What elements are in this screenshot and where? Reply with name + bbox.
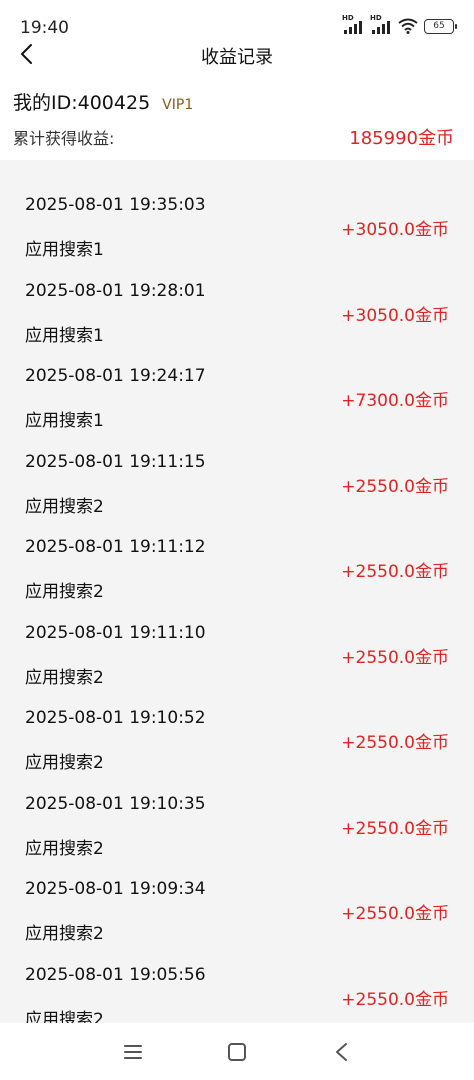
earnings-summary: 我的ID:400425 VIP1 累计获得收益: 185990金币 bbox=[0, 80, 474, 160]
list-item: 2025-08-01 19:35:03 应用搜索1 +3050.0金币 bbox=[0, 177, 474, 263]
list-item: 2025-08-01 19:28:01 应用搜索1 +3050.0金币 bbox=[0, 263, 474, 349]
earnings-record-list[interactable]: 2025-08-01 19:35:03 应用搜索1 +3050.0金币 2025… bbox=[0, 160, 474, 1023]
record-time: 2025-08-01 19:05:56 bbox=[25, 964, 206, 985]
list-item: 2025-08-01 19:24:17 应用搜索1 +7300.0金币 bbox=[0, 348, 474, 434]
vip-badge: VIP1 bbox=[162, 97, 194, 113]
record-source: 应用搜索2 bbox=[25, 496, 104, 517]
record-amount: +7300.0金币 bbox=[341, 391, 449, 411]
record-time: 2025-08-01 19:11:10 bbox=[25, 622, 206, 643]
record-amount: +2550.0金币 bbox=[341, 733, 449, 753]
record-time: 2025-08-01 19:11:15 bbox=[25, 451, 206, 472]
wifi-icon bbox=[398, 18, 418, 34]
triangle-back-icon[interactable] bbox=[330, 1041, 354, 1063]
record-source: 应用搜索1 bbox=[25, 325, 104, 346]
battery-icon: 65 bbox=[424, 18, 457, 34]
list-item: 2025-08-01 19:10:52 应用搜索2 +2550.0金币 bbox=[0, 690, 474, 776]
record-source: 应用搜索1 bbox=[25, 411, 104, 431]
record-time: 2025-08-01 19:24:17 bbox=[25, 366, 206, 386]
signal-icon: HD bbox=[342, 14, 364, 34]
signal-icon: HD bbox=[370, 14, 392, 34]
record-time: 2025-08-01 19:10:35 bbox=[25, 793, 206, 814]
record-amount: +2550.0金币 bbox=[341, 562, 449, 582]
record-amount: +3050.0金币 bbox=[341, 220, 449, 240]
total-earnings-label: 累计获得收益: bbox=[13, 129, 115, 148]
record-source: 应用搜索2 bbox=[25, 667, 104, 688]
user-id: 我的ID:400425 bbox=[13, 92, 151, 114]
status-icons: HD HD 65 bbox=[342, 14, 457, 34]
record-source: 应用搜索2 bbox=[25, 753, 104, 773]
record-amount: +2550.0金币 bbox=[341, 904, 449, 924]
list-item: 2025-08-01 19:05:56 应用搜索2 +2550.0金币 bbox=[0, 947, 474, 1024]
record-source: 应用搜索2 bbox=[25, 1009, 104, 1024]
record-source: 应用搜索1 bbox=[25, 240, 104, 260]
list-item: 2025-08-01 19:10:35 应用搜索2 +2550.0金币 bbox=[0, 776, 474, 862]
home-square-icon[interactable] bbox=[225, 1041, 249, 1063]
list-item: 2025-08-01 19:11:10 应用搜索2 +2550.0金币 bbox=[0, 605, 474, 691]
record-time: 2025-08-01 19:11:12 bbox=[25, 537, 206, 557]
user-info: 我的ID:400425 VIP1 bbox=[13, 88, 193, 115]
record-time: 2025-08-01 19:10:52 bbox=[25, 708, 206, 728]
nav-bar: 收益记录 bbox=[0, 34, 474, 74]
list-item: 2025-08-01 19:11:15 应用搜索2 +2550.0金币 bbox=[0, 434, 474, 520]
record-time: 2025-08-01 19:35:03 bbox=[25, 195, 206, 215]
menu-icon[interactable] bbox=[121, 1041, 145, 1063]
total-earnings-value: 185990金币 bbox=[349, 128, 454, 149]
system-nav-bar bbox=[0, 1023, 474, 1080]
record-time: 2025-08-01 19:09:34 bbox=[25, 879, 206, 899]
record-amount: +3050.0金币 bbox=[341, 305, 449, 326]
record-amount: +2550.0金币 bbox=[341, 818, 449, 839]
record-source: 应用搜索2 bbox=[25, 838, 104, 859]
phone-screen: 19:40 HD HD 65 收益记录 我的ID:400425 VIP1 累计获… bbox=[0, 0, 474, 1080]
record-source: 应用搜索2 bbox=[25, 582, 104, 602]
page-title: 收益记录 bbox=[201, 47, 273, 68]
record-amount: +2550.0金币 bbox=[341, 476, 449, 497]
record-amount: +2550.0金币 bbox=[341, 989, 449, 1010]
record-amount: +2550.0金币 bbox=[341, 647, 449, 668]
list-item: 2025-08-01 19:11:12 应用搜索2 +2550.0金币 bbox=[0, 519, 474, 605]
list-item: 2025-08-01 19:09:34 应用搜索2 +2550.0金币 bbox=[0, 861, 474, 947]
record-source: 应用搜索2 bbox=[25, 924, 104, 944]
record-time: 2025-08-01 19:28:01 bbox=[25, 280, 206, 301]
